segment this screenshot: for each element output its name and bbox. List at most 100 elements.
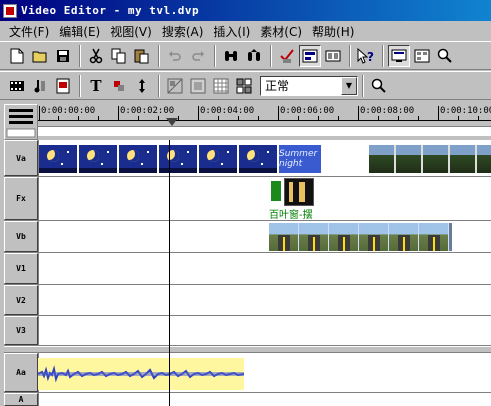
track-lane[interactable] [38, 393, 491, 406]
new-file-icon[interactable] [6, 45, 28, 67]
ruler-tick [198, 106, 199, 120]
track-lane[interactable] [38, 177, 491, 220]
cut-scissors-icon[interactable] [85, 45, 107, 67]
track-label[interactable]: Fx [4, 177, 38, 220]
menu-bar: 文件(F) 编辑(E) 视图(V) 搜索(A) 插入(I) 素材(C) 帮助(H… [0, 21, 491, 41]
color-clip-icon[interactable] [108, 75, 130, 97]
playhead-line [169, 140, 170, 406]
ruler-tick [358, 106, 359, 120]
context-help-icon[interactable]: ? [355, 45, 377, 67]
image-clip-icon[interactable] [52, 75, 74, 97]
checkmark-icon[interactable] [276, 45, 298, 67]
playhead-marker[interactable] [166, 118, 178, 126]
video-clip-moon[interactable] [39, 145, 279, 173]
transition-effect-clip[interactable]: 百叶窗-摆 [269, 178, 321, 221]
undo-icon[interactable] [164, 45, 186, 67]
ruler-label: 0:00:06:00 [280, 106, 335, 116]
ruler-label: 0:00:08:00 [360, 106, 415, 116]
timeline-view-icon[interactable] [299, 44, 321, 67]
transition-mode-value: 正常 [265, 79, 290, 93]
menu-insert[interactable]: 插入(I) [208, 23, 255, 40]
track-label[interactable]: V1 [4, 253, 38, 284]
redo-icon[interactable] [187, 45, 209, 67]
track-v1: V1 [4, 253, 491, 285]
monitor-window-icon[interactable] [388, 44, 410, 67]
track-label[interactable]: V2 [4, 285, 38, 315]
ruler-baseline [38, 120, 491, 121]
title-clip[interactable]: Summer night [279, 145, 321, 173]
ruler-label: 0:00:02:00 [120, 106, 175, 116]
menu-edit[interactable]: 编辑(E) [54, 23, 105, 40]
track-label[interactable]: V3 [4, 316, 38, 345]
transition-icon[interactable] [164, 75, 186, 97]
window-title: Video Editor - my tvl.dvp [21, 4, 200, 17]
find-next-icon[interactable] [243, 45, 265, 67]
ruler-tick [438, 106, 439, 120]
menu-search[interactable]: 搜索(A) [157, 23, 209, 40]
track-label[interactable]: Aa [4, 353, 38, 392]
toolbar-separator [214, 44, 216, 67]
toolbar-separator [382, 44, 384, 67]
ruler-label: 0:00:04:00 [200, 106, 255, 116]
svg-text:?: ? [367, 50, 374, 64]
menu-file[interactable]: 文件(F) [4, 23, 54, 40]
track-lane[interactable] [38, 285, 491, 315]
overlay-icon[interactable] [187, 75, 209, 97]
video-clip-forest[interactable] [369, 145, 491, 173]
title-text-icon[interactable]: T [85, 75, 107, 97]
split-clip-icon[interactable] [131, 75, 153, 97]
film-strip-icon[interactable] [6, 75, 28, 97]
track-label[interactable]: Va [4, 140, 38, 176]
ruler-tick [39, 106, 40, 120]
ruler-tick [118, 106, 119, 120]
toolbar-separator [349, 44, 351, 67]
timeline-corner-button[interactable] [4, 104, 38, 140]
transition-library-icon[interactable] [411, 45, 433, 67]
track-label[interactable]: A [4, 393, 38, 406]
app-icon[interactable] [3, 3, 17, 18]
audio-clip-icon[interactable] [29, 75, 51, 97]
audio-waveform [38, 365, 244, 383]
toolbar-separator [270, 44, 272, 67]
paste-icon[interactable] [131, 45, 153, 67]
track-label[interactable]: Vb [4, 221, 38, 252]
edit-toolbar: T 正常 ▼ [0, 71, 491, 100]
video-audio-divider[interactable] [4, 346, 491, 353]
track-v3: V3 [4, 316, 491, 346]
audio-clip-waveform[interactable] [38, 358, 244, 390]
mosaic-effect-icon[interactable] [233, 75, 255, 97]
grid-effect-icon[interactable] [210, 75, 232, 97]
transition-thumbnail [284, 178, 314, 206]
main-toolbar: ? [0, 41, 491, 70]
toolbar-separator [362, 74, 364, 97]
toolbar-separator [79, 44, 81, 67]
find-binoculars-icon[interactable] [220, 45, 242, 67]
menu-view[interactable]: 视图(V) [105, 23, 157, 40]
track-lane[interactable] [38, 316, 491, 345]
open-folder-icon[interactable] [29, 45, 51, 67]
ruler-label: 0:00:10:00 [440, 106, 491, 116]
dropdown-arrow-icon[interactable]: ▼ [341, 76, 357, 95]
video-clip-road[interactable] [269, 223, 452, 251]
toolbar-separator [158, 74, 160, 97]
toolbar-separator [79, 74, 81, 97]
zoom-magnifier-icon[interactable] [434, 45, 456, 67]
transition-arrow-icon [271, 181, 281, 201]
copy-icon[interactable] [108, 45, 130, 67]
title-clip-text: Summer night [279, 149, 318, 169]
track-fx: Fx [4, 177, 491, 221]
preview-range-bar[interactable] [38, 126, 491, 136]
timeline-ruler[interactable]: 0:00:00:00 0:00:02:00 0:00:04:00 0:00:06… [38, 104, 491, 140]
toolbar-separator [158, 44, 160, 67]
track-a: A [4, 393, 491, 406]
ruler-tick [278, 106, 279, 120]
save-disk-icon[interactable] [52, 45, 74, 67]
track-lane[interactable] [38, 253, 491, 284]
transition-mode-select[interactable]: 正常 ▼ [260, 75, 358, 96]
zoom-tool-icon[interactable] [368, 75, 390, 97]
menu-help[interactable]: 帮助(H) [307, 23, 359, 40]
transition-name: 百叶窗-摆 [269, 210, 313, 221]
storyboard-view-icon[interactable] [322, 45, 344, 67]
menu-clip[interactable]: 素材(C) [255, 23, 307, 40]
title-bar: Video Editor - my tvl.dvp [0, 0, 491, 21]
